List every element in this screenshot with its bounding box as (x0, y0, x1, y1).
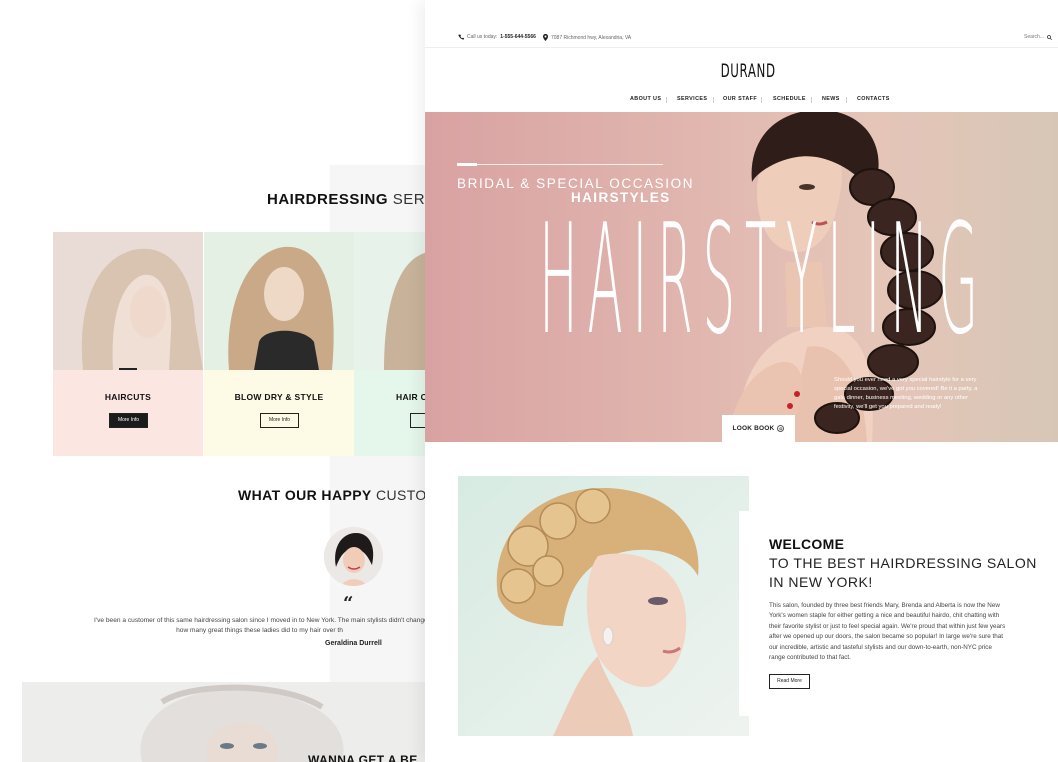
arrow-circle-icon: ⊙ (777, 425, 785, 432)
cta-banner: WANNA GET A BE (22, 682, 425, 762)
search-icon[interactable] (1047, 34, 1052, 40)
more-info-button[interactable]: More Info (109, 413, 148, 428)
hero-description: Should you ever need a very special hair… (834, 377, 978, 410)
search-box[interactable]: Search... (1024, 34, 1052, 40)
testimonials-heading: WHAT OUR HAPPY CUSTOM (238, 487, 439, 503)
service-title: HAIR C (396, 392, 425, 402)
look-book-button[interactable]: LOOK BOOK ⊙ (722, 415, 795, 442)
service-card-footer: HAIRCUTS More Info (53, 370, 203, 456)
read-more-button[interactable]: Read More (769, 674, 810, 689)
address-text: 7087 Richmond hwy, Alexandria, VA (551, 34, 632, 41)
address-info: 7087 Richmond hwy, Alexandria, VA (543, 34, 631, 41)
welcome-body-text: This salon, founded by three best friend… (769, 602, 1006, 662)
testimonial-text: I've been a customer of this same hairdr… (94, 616, 425, 636)
nav-services[interactable]: SERVICES (677, 96, 707, 102)
photo-frame-accent (739, 511, 749, 716)
look-book-label: LOOK BOOK (732, 425, 775, 432)
nav-schedule[interactable]: SCHEDULE (773, 96, 806, 102)
main-navigation: ABOUT US SERVICES OUR STAFF SCHEDULE NEW… (425, 96, 1058, 106)
hero-big-title: HAIRSTYLING (539, 191, 988, 368)
phone-label: Call us today: (467, 34, 498, 40)
service-card-haircuts[interactable]: HAIRCUTS More Info (53, 232, 203, 456)
haircuts-photo (53, 232, 203, 370)
nav-divider (811, 97, 812, 103)
top-bar: Call us today: 1-555-644-5566 7087 Richm… (425, 30, 1058, 48)
hero-divider-accent (457, 163, 477, 166)
search-input[interactable]: Search... (1024, 34, 1044, 40)
nav-divider (846, 97, 847, 103)
testimonial-author: Geraldina Durrell (325, 640, 382, 647)
service-card-footer: BLOW DRY & STYLE More Info (204, 370, 354, 456)
bride-photo (458, 476, 749, 736)
cta-photo (22, 682, 425, 762)
services-heading: HAIRDRESSING SERVIC (267, 191, 451, 208)
welcome-subtitle-line-2: IN NEW YORK! (769, 574, 873, 590)
nav-contacts[interactable]: CONTACTS (857, 96, 890, 102)
service-card-footer: HAIR C Mo (354, 370, 425, 456)
quote-icon: “ (343, 593, 354, 614)
location-pin-icon (543, 34, 548, 41)
nav-about-us[interactable]: ABOUT US (630, 96, 661, 102)
welcome-subtitle-line-1: TO THE BEST HAIRDRESSING SALON (769, 555, 1037, 571)
welcome-photo (458, 476, 749, 736)
hero-banner: BRIDAL & SPECIAL OCCASION HAIRSTYLES HAI… (425, 112, 1058, 442)
services-heading-bold: HAIRDRESSING (267, 191, 389, 208)
service-title: BLOW DRY & STYLE (234, 392, 324, 402)
nav-news[interactable]: NEWS (822, 96, 840, 102)
nav-our-staff[interactable]: OUR STAFF (723, 96, 757, 102)
testimonials-heading-bold: WHAT OUR HAPPY (238, 487, 372, 503)
more-info-button[interactable]: Mo (410, 413, 425, 428)
nav-divider (666, 97, 667, 103)
testimonial-line-1: I've been a customer of this same hairdr… (94, 617, 425, 624)
testimonial-line-2: how many great things these ladies did t… (176, 627, 343, 634)
service-title: HAIRCUTS (104, 392, 152, 402)
nav-divider (713, 97, 714, 103)
phone-info[interactable]: Call us today: 1-555-644-5566 (458, 34, 536, 40)
more-info-button[interactable]: More Info (260, 413, 299, 428)
customer-avatar (324, 527, 383, 586)
hair-color-photo (354, 232, 425, 370)
nav-divider (761, 97, 762, 103)
phone-icon (458, 34, 464, 40)
main-page-preview: Call us today: 1-555-644-5566 7087 Richm… (425, 0, 1058, 762)
site-logo[interactable]: DURAND (552, 60, 944, 82)
service-card-blow-dry[interactable]: BLOW DRY & STYLE More Info (204, 232, 354, 456)
cta-heading: WANNA GET A BE (308, 753, 418, 762)
welcome-title: WELCOME (769, 536, 845, 552)
service-card-hair-color[interactable]: HAIR C Mo (354, 232, 425, 456)
hero-divider (457, 164, 663, 165)
blow-dry-photo (204, 232, 354, 370)
phone-number[interactable]: 1-555-644-5566 (500, 34, 536, 40)
